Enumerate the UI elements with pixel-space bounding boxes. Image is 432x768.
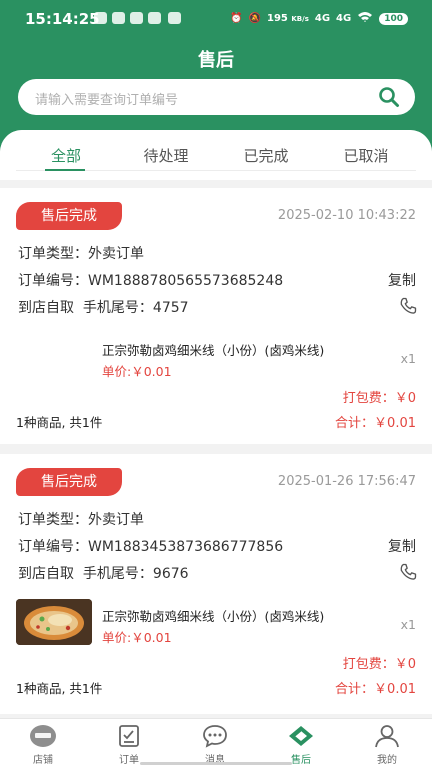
item-count: 1种商品, 共1件 bbox=[16, 415, 103, 430]
order-date: 2025-02-10 10:43:22 bbox=[277, 208, 416, 223]
page-title: 售后 bbox=[198, 50, 234, 71]
network-indicator: 4G bbox=[336, 13, 352, 24]
phone-icon[interactable] bbox=[398, 562, 418, 582]
mute-icon: 🔕 bbox=[248, 13, 262, 24]
phone-tail: 手机尾号：4757 bbox=[82, 300, 189, 316]
store-logo-icon bbox=[30, 725, 56, 747]
alarm-icon: ⏰ bbox=[230, 13, 243, 24]
battery-indicator: 100 bbox=[379, 12, 408, 25]
notification-icon bbox=[112, 12, 125, 24]
tab-all[interactable]: 全部 bbox=[21, 145, 111, 166]
wifi-icon bbox=[357, 11, 373, 26]
nav-label: 我的 bbox=[377, 755, 397, 766]
notification-icon bbox=[130, 12, 143, 24]
product-price: 单价:￥0.01 bbox=[102, 364, 172, 379]
nav-profile[interactable]: 我的 bbox=[344, 723, 430, 766]
status-bar: 15:14:25 ⏰ 🔕 195 KB/s 4G 4G 100 bbox=[0, 0, 432, 36]
status-badge: 售后完成 bbox=[16, 202, 122, 230]
tab-cancelled[interactable]: 已取消 bbox=[321, 145, 411, 166]
tab-completed[interactable]: 已完成 bbox=[221, 145, 311, 166]
order-total: 合计：￥0.01 bbox=[335, 682, 416, 697]
order-icon bbox=[119, 725, 139, 747]
order-date: 2025-01-26 17:56:47 bbox=[277, 474, 416, 489]
network-indicator: 4G bbox=[314, 13, 331, 24]
status-indicators: ⏰ 🔕 195 KB/s 4G 4G 100 bbox=[230, 11, 408, 26]
notification-icon bbox=[94, 12, 107, 24]
product-price: 单价:￥0.01 bbox=[102, 630, 172, 645]
phone-tail: 手机尾号：9676 bbox=[82, 566, 189, 582]
packing-fee: 打包费：￥0 bbox=[342, 391, 416, 406]
order-card[interactable]: 售后完成 2025-01-26 17:56:47 订单类型：外卖订单 订单编号：… bbox=[0, 454, 432, 714]
item-count: 1种商品, 共1件 bbox=[16, 681, 103, 696]
order-card[interactable]: 售后完成 2025-02-10 10:43:22 订单类型：外卖订单 订单编号：… bbox=[0, 188, 432, 444]
product-name: 正宗弥勒卤鸡细米线（小份）(卤鸡米线) bbox=[102, 609, 325, 624]
order-total: 合计：￥0.01 bbox=[335, 416, 416, 431]
notification-icon bbox=[148, 12, 161, 24]
aftersale-icon bbox=[289, 726, 313, 746]
order-number: 订单编号：WM1888780565573685248 bbox=[18, 273, 284, 289]
product-image bbox=[16, 599, 92, 645]
packing-fee: 打包费：￥0 bbox=[342, 657, 416, 672]
order-type: 订单类型：外卖订单 bbox=[18, 246, 144, 262]
copy-button[interactable]: 复制 bbox=[388, 270, 416, 290]
product-quantity: x1 bbox=[400, 617, 416, 632]
status-time: 15:14:25 bbox=[25, 10, 100, 28]
copy-button[interactable]: 复制 bbox=[388, 536, 416, 556]
tab-active-indicator bbox=[45, 169, 85, 171]
nav-label: 店铺 bbox=[33, 755, 53, 766]
profile-icon bbox=[375, 725, 399, 748]
search-icon[interactable] bbox=[377, 85, 401, 109]
notification-icon bbox=[168, 12, 181, 24]
nav-store[interactable]: 店铺 bbox=[0, 723, 86, 766]
message-icon bbox=[203, 725, 227, 748]
nav-orders[interactable]: 订单 bbox=[86, 723, 172, 766]
product-name: 正宗弥勒卤鸡细米线（小份）(卤鸡米线) bbox=[102, 343, 325, 358]
bottom-nav: 店铺 订单 消息 售后 我的 bbox=[0, 718, 432, 768]
tab-pending[interactable]: 待处理 bbox=[121, 145, 211, 166]
search-bar[interactable]: 请输入需要查询订单编号 bbox=[18, 79, 415, 115]
pickup-info: 到店自取 手机尾号：9676 bbox=[18, 563, 189, 583]
phone-icon[interactable] bbox=[398, 296, 418, 316]
status-badge: 售后完成 bbox=[16, 468, 122, 496]
home-indicator bbox=[140, 762, 292, 765]
nav-messages[interactable]: 消息 bbox=[172, 723, 258, 766]
content-panel: 全部 待处理 已完成 已取消 售后完成 2025-02-10 10:43:22 … bbox=[0, 130, 432, 720]
order-type: 订单类型：外卖订单 bbox=[18, 512, 144, 528]
tab-bar: 全部 待处理 已完成 已取消 bbox=[0, 130, 432, 180]
search-input[interactable]: 请输入需要查询订单编号 bbox=[35, 89, 178, 108]
nav-aftersale[interactable]: 售后 bbox=[258, 723, 344, 766]
order-number: 订单编号：WM1883453873686777856 bbox=[18, 539, 284, 555]
pickup-info: 到店自取 手机尾号：4757 bbox=[18, 297, 189, 317]
pickup-label: 到店自取 bbox=[18, 566, 74, 582]
speed-readout: 195 KB/s bbox=[267, 13, 309, 24]
pickup-label: 到店自取 bbox=[18, 300, 74, 316]
product-quantity: x1 bbox=[400, 351, 416, 366]
